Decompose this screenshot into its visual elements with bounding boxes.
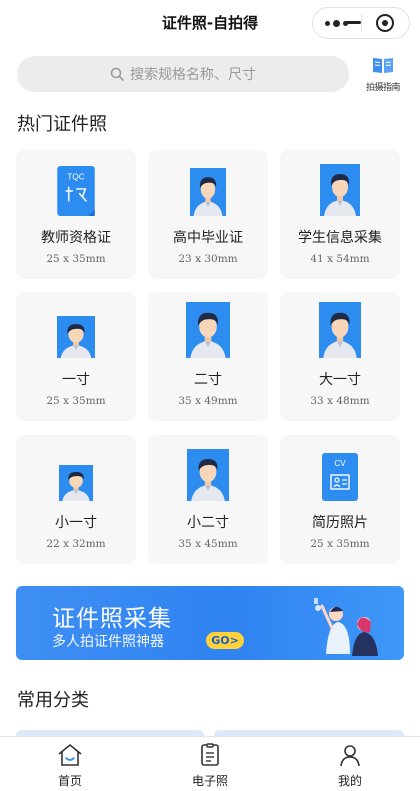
search-input[interactable]: 搜索规格名称、尺寸 <box>17 56 349 92</box>
photo-thumbnail <box>320 164 360 216</box>
portrait-photo-icon <box>319 302 361 358</box>
spec-size: 25 x 35mm <box>46 395 106 407</box>
photo-thumbnail <box>57 316 95 358</box>
search-icon <box>110 67 124 81</box>
spec-name: 小一寸 <box>55 515 97 531</box>
tab-e-photo-label: 电子照 <box>191 774 228 788</box>
tab-home[interactable]: 首页 <box>0 737 140 791</box>
spec-size: 35 x 49mm <box>178 395 238 407</box>
target-circle-icon <box>376 14 395 32</box>
mini-program-capsule <box>312 7 410 39</box>
close-mini-program-button[interactable] <box>361 8 409 38</box>
user-icon <box>340 745 360 767</box>
spec-name: 高中毕业证 <box>173 230 243 246</box>
open-book-icon <box>373 58 393 73</box>
tab-home-label: 首页 <box>57 774 82 788</box>
people-illustration-icon <box>314 598 378 656</box>
photo-spec-card[interactable]: CV 简历照片 25 x 35mm <box>280 435 400 564</box>
minimize-button[interactable] <box>345 21 361 24</box>
portrait-photo-icon <box>190 168 226 216</box>
tab-mine-label: 我的 <box>337 774 362 788</box>
document-icon <box>201 743 219 766</box>
spec-size: 25 x 35mm <box>46 253 106 265</box>
spec-size: 35 x 45mm <box>178 538 238 550</box>
spec-size: 25 x 35mm <box>310 538 370 550</box>
spec-name: 小二寸 <box>187 515 229 531</box>
search-placeholder: 搜索规格名称、尺寸 <box>130 67 256 83</box>
spec-name: 二寸 <box>194 372 222 388</box>
home-icon <box>58 744 82 766</box>
banner-subtitle: 多人拍证件照神器 <box>52 634 164 650</box>
photo-collection-banner[interactable]: 证件照采集 多人拍证件照神器 GO> <box>16 586 404 660</box>
shooting-guide-label: 拍摄指南 <box>365 83 401 93</box>
photo-spec-card[interactable]: 一寸 25 x 35mm <box>16 292 136 421</box>
cv-resume-icon: CV <box>322 453 358 501</box>
spec-size: 22 x 32mm <box>46 538 106 550</box>
spec-name: 一寸 <box>62 372 90 388</box>
spec-name: 简历照片 <box>312 515 368 531</box>
shooting-guide-button[interactable]: 拍摄指南 <box>358 56 408 96</box>
icon-label-text: TQC <box>67 172 85 182</box>
common-section-title: 常用分类 <box>17 690 89 711</box>
spec-name: 教师资格证 <box>41 230 111 246</box>
photo-spec-card[interactable]: 二寸 35 x 49mm <box>148 292 268 421</box>
spec-size: 41 x 54mm <box>310 253 370 265</box>
photo-spec-card[interactable]: 高中毕业证 23 x 30mm <box>148 150 268 279</box>
tqc-certificate-icon: TQC <box>57 166 95 216</box>
photo-thumbnail <box>190 168 226 216</box>
app-page: 证件照-自拍得 搜索规格名称、尺寸 拍摄指南 热门证件照 TQC 教师资格证 2… <box>0 0 420 791</box>
portrait-photo-icon <box>57 316 95 358</box>
spec-name: 学生信息采集 <box>298 230 382 246</box>
photo-spec-card[interactable]: 学生信息采集 41 x 54mm <box>280 150 400 279</box>
banner-title: 证件照采集 <box>52 606 172 632</box>
photo-thumbnail <box>187 449 229 501</box>
spec-size: 33 x 48mm <box>310 395 370 407</box>
banner-go-button[interactable]: GO> <box>206 632 244 649</box>
photo-spec-card[interactable]: 小一寸 22 x 32mm <box>16 435 136 564</box>
spec-size: 23 x 30mm <box>178 253 238 265</box>
tab-e-photo[interactable]: 电子照 <box>140 737 280 791</box>
spec-name: 大一寸 <box>319 372 361 388</box>
portrait-photo-icon <box>187 449 229 501</box>
hot-section-title: 热门证件照 <box>17 114 107 135</box>
photo-spec-card[interactable]: 小二寸 35 x 45mm <box>148 435 268 564</box>
bottom-tab-bar: 首页 电子照 我的 <box>0 736 420 791</box>
photo-spec-card[interactable]: TQC 教师资格证 25 x 35mm <box>16 150 136 279</box>
tab-mine[interactable]: 我的 <box>280 737 420 791</box>
photo-thumbnail: CV <box>322 453 358 501</box>
portrait-photo-icon <box>59 465 93 501</box>
photo-thumbnail: TQC <box>57 166 95 216</box>
portrait-photo-icon <box>320 164 360 216</box>
photo-thumbnail <box>319 302 361 358</box>
photo-spec-card[interactable]: 大一寸 33 x 48mm <box>280 292 400 421</box>
portrait-photo-icon <box>186 302 230 358</box>
icon-label-text: CV <box>334 459 346 468</box>
photo-thumbnail <box>186 302 230 358</box>
photo-thumbnail <box>59 465 93 501</box>
